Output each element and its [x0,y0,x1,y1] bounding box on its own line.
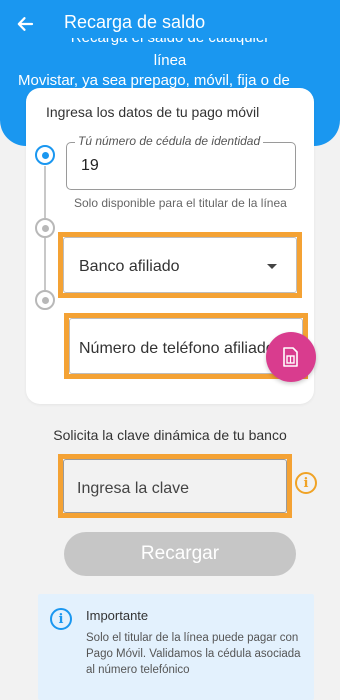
header-description-clipped: Recarga el saldo de cualquier [0,38,340,50]
back-arrow-icon[interactable] [12,11,38,37]
step-3-indicator [35,290,55,310]
stepper-line [44,166,46,218]
sim-card-icon[interactable] [266,332,316,382]
importante-notice: i Importante Solo el titular de la línea… [38,594,314,700]
importante-text: Solo el titular de la línea puede pagar … [86,632,301,676]
recargar-button[interactable]: Recargar [64,532,296,576]
header-description-line2: Movistar, ya sea prepago, móvil, fija o … [18,72,290,89]
info-icon[interactable]: i [295,472,317,494]
header-description-line1: línea [153,52,187,69]
banco-placeholder: Banco afiliado [79,258,180,275]
clave-placeholder: Ingresa la clave [77,480,190,497]
cedula-input[interactable]: Tú número de cédula de identidad 19 [66,134,296,190]
step-2-indicator [35,218,55,238]
cedula-helper-text: Solo disponible para el titular de la lí… [74,196,287,210]
page-title: Recarga de saldo [64,12,206,32]
cedula-value: 19 [81,157,99,174]
stepper-line [44,238,46,290]
clave-input[interactable]: Ingresa la clave [58,454,292,518]
cedula-label: Tú número de cédula de identidad [75,134,264,148]
info-icon: i [50,608,72,630]
card-title: Ingresa los datos de tu pago móvil [46,104,260,120]
telefono-placeholder: Número de teléfono afiliado [79,340,275,357]
caret-down-icon [267,264,277,269]
banco-dropdown[interactable]: Banco afiliado [58,232,302,298]
clave-section-title: Solicita la clave dinámica de tu banco [53,427,287,443]
step-1-indicator [35,145,55,165]
importante-title: Importante [86,608,149,623]
